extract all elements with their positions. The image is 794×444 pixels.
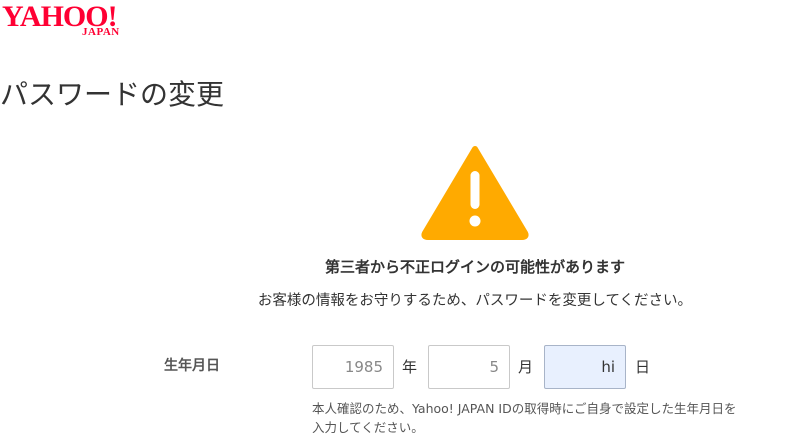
birthday-label: 生年月日 [164,358,220,374]
year-unit-label: 年 [402,358,418,376]
help-text-line-1: 本人確認のため、Yahoo! JAPAN IDの取得時にご自身で設定した生年月日… [312,401,737,416]
yahoo-japan-logo: YAHOO! JAPAN [2,2,142,39]
birth-year-input[interactable] [312,345,394,389]
help-text-line-2: 入力してください。 [312,420,424,435]
page-title: パスワードの変更 [0,78,225,111]
day-unit-label: 日 [635,358,651,376]
warning-description: お客様の情報をお守りするため、パスワードを変更してください。 [257,293,693,309]
birth-month-input[interactable] [428,345,510,389]
warning-heading: 第三者から不正ログインの可能性があります [324,258,625,276]
logo-subtext: JAPAN [82,26,120,38]
birth-day-input[interactable] [544,345,626,389]
warning-icon [421,146,529,240]
birthday-help-text: 本人確認のため、Yahoo! JAPAN IDの取得時にご自身で設定した生年月日… [312,399,792,437]
month-unit-label: 月 [518,358,534,376]
